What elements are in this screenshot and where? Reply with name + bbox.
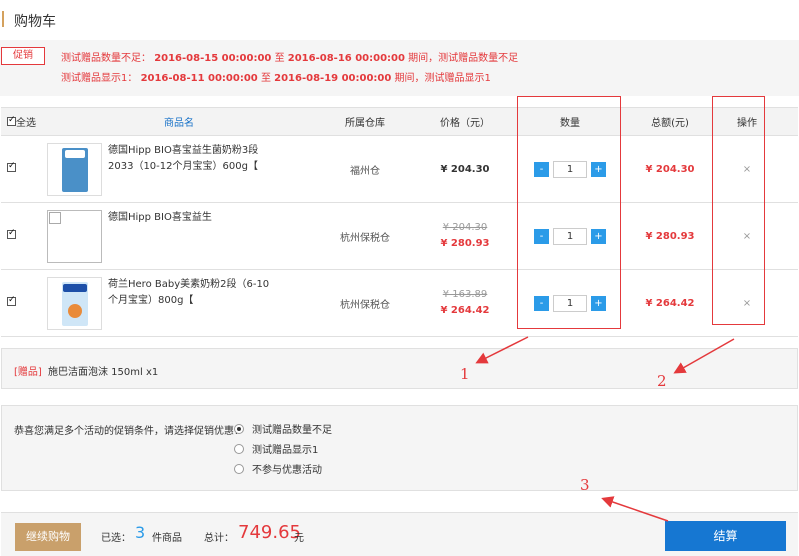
annotation-arrows — [475, 336, 735, 522]
arrow-3 — [601, 496, 669, 522]
arrow-1 — [475, 336, 529, 364]
annotation-label-3: 3 — [580, 476, 590, 494]
arrow-2 — [673, 338, 735, 374]
annotation-label-2: 2 — [657, 372, 667, 390]
annotation-label-1: 1 — [460, 365, 470, 383]
